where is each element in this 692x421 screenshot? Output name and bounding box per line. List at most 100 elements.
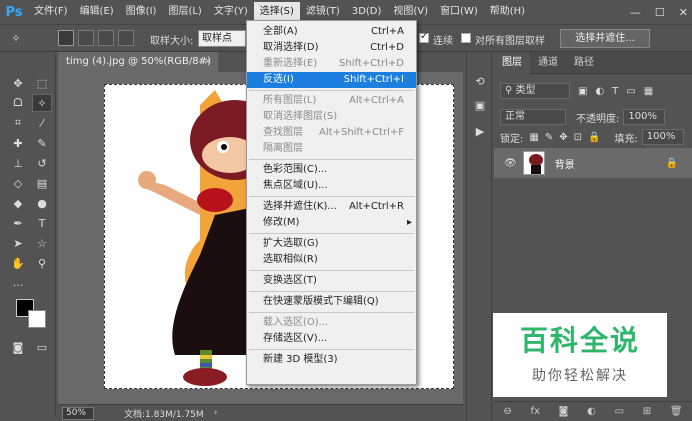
intersect-selection-button[interactable] bbox=[118, 30, 134, 46]
menu-item[interactable]: 3D(D) bbox=[346, 2, 388, 22]
menu-item[interactable]: 文件(F) bbox=[28, 2, 74, 22]
select-menu-item[interactable]: 取消选择(D) Ctrl+D bbox=[247, 40, 416, 56]
sample-all-layers-checkbox[interactable] bbox=[461, 33, 471, 43]
tab-paths[interactable]: 路径 bbox=[566, 52, 602, 74]
eye-icon[interactable]: 👁 bbox=[504, 158, 517, 169]
minimize-button[interactable]: — bbox=[630, 6, 641, 19]
healing-brush-icon[interactable]: ✚ bbox=[8, 134, 28, 152]
select-menu-item[interactable]: 选取相似(R) bbox=[247, 252, 416, 268]
menu-item[interactable]: 图像(I) bbox=[120, 2, 163, 22]
clone-stamp-icon[interactable]: ⊥ bbox=[8, 154, 28, 172]
menu-item[interactable]: 视图(V) bbox=[387, 2, 434, 22]
subtract-selection-button[interactable] bbox=[98, 30, 114, 46]
close-button[interactable]: ✕ bbox=[679, 6, 688, 19]
select-menu-item[interactable]: 全部(A) Ctrl+A bbox=[247, 24, 416, 40]
menu-item-label: 选择并遮住(K)... bbox=[263, 201, 337, 212]
dodge-tool-icon[interactable]: ● bbox=[32, 194, 52, 212]
filter-icons[interactable]: ▣◐T▭▦ bbox=[578, 86, 661, 97]
move-tool-icon[interactable]: ✥ bbox=[8, 74, 28, 92]
select-menu-item[interactable]: 焦点区域(U)... bbox=[247, 178, 416, 194]
contiguous-checkbox[interactable] bbox=[419, 31, 429, 43]
fill-label: 填充: bbox=[614, 133, 638, 145]
hand-tool-icon[interactable]: ✋ bbox=[8, 254, 28, 272]
select-menu-item: 重新选择(E) Shift+Ctrl+D bbox=[247, 56, 416, 72]
eyedropper-tool-icon[interactable]: ⁄ bbox=[32, 114, 52, 132]
status-menu-arrow[interactable]: › bbox=[214, 408, 218, 418]
background-color-swatch[interactable] bbox=[28, 310, 46, 328]
shape-tool-icon[interactable]: ☆ bbox=[32, 234, 52, 252]
new-layer-icon[interactable]: ⊞ bbox=[643, 406, 651, 417]
brush-tool-icon[interactable]: ✎ bbox=[32, 134, 52, 152]
magic-wand-tool-icon[interactable]: ✧ bbox=[32, 94, 52, 112]
type-tool-icon[interactable]: T bbox=[32, 214, 52, 232]
select-menu-item: 隔离图层 bbox=[247, 141, 416, 157]
pen-tool-icon[interactable]: ✒ bbox=[8, 214, 28, 232]
menu-item[interactable]: 选择(S) bbox=[253, 2, 300, 22]
properties-panel-icon[interactable]: ▣ bbox=[470, 96, 490, 114]
maximize-button[interactable]: ☐ bbox=[655, 6, 665, 19]
sample-size-select[interactable]: 取样点 bbox=[198, 30, 246, 47]
link-layers-icon[interactable]: ⊖ bbox=[503, 406, 511, 417]
screen-mode-icon[interactable]: ▭ bbox=[32, 338, 52, 356]
adjustment-layer-icon[interactable]: ◐ bbox=[587, 406, 596, 417]
menu-separator bbox=[249, 196, 414, 197]
menu-item[interactable]: 编辑(E) bbox=[74, 2, 120, 22]
eraser-tool-icon[interactable]: ◇ bbox=[8, 174, 28, 192]
history-panel-icon[interactable]: ⟲ bbox=[470, 72, 490, 90]
lock-icons[interactable]: ▦✎✥⊡🔒 bbox=[529, 132, 606, 143]
quick-mask-icon[interactable]: ◙ bbox=[8, 338, 28, 356]
menu-item-label: 隔离图层 bbox=[263, 143, 303, 154]
lasso-tool-icon[interactable]: ᗝ bbox=[8, 94, 28, 112]
actions-panel-icon[interactable]: ▶ bbox=[470, 122, 490, 140]
path-selection-icon[interactable]: ➤ bbox=[8, 234, 28, 252]
new-group-icon[interactable]: ▭ bbox=[615, 406, 624, 417]
select-menu-item[interactable]: 扩大选取(G) bbox=[247, 236, 416, 252]
more-tools-icon[interactable]: ··· bbox=[8, 276, 28, 294]
magic-wand-preset-icon[interactable]: ✧ bbox=[6, 29, 26, 47]
opacity-label: 不透明度: bbox=[576, 113, 620, 125]
blur-tool-icon[interactable]: ◆ bbox=[8, 194, 28, 212]
menu-item-label: 取消选择图层(S) bbox=[263, 111, 338, 122]
add-mask-icon[interactable]: ◙ bbox=[559, 406, 569, 417]
menu-item[interactable]: 窗口(W) bbox=[434, 2, 484, 22]
select-menu-item[interactable]: 反选(I) Shift+Ctrl+I bbox=[247, 72, 416, 88]
zoom-tool-icon[interactable]: ⚲ bbox=[32, 254, 52, 272]
new-selection-button[interactable] bbox=[58, 30, 74, 46]
select-menu-item[interactable]: 修改(M) ▸ bbox=[247, 215, 416, 231]
select-menu-item[interactable]: 存储选区(V)... bbox=[247, 331, 416, 347]
fill-field[interactable]: 100% bbox=[641, 129, 684, 145]
gradient-tool-icon[interactable]: ▤ bbox=[32, 174, 52, 192]
menu-item-label: 色彩范围(C)... bbox=[263, 164, 328, 175]
menu-item[interactable]: 滤镜(T) bbox=[300, 2, 346, 22]
filter-kind-select[interactable]: ⚲ 类型 bbox=[500, 83, 570, 99]
zoom-field[interactable]: 50% bbox=[62, 406, 94, 420]
select-menu-item[interactable]: 在快速蒙版模式下编辑(Q) bbox=[247, 294, 416, 310]
select-menu-item[interactable]: 选择并遮住(K)... Alt+Ctrl+R bbox=[247, 199, 416, 215]
blend-mode-select[interactable]: 正常 bbox=[500, 109, 566, 125]
select-menu-item[interactable]: 新建 3D 模型(3) bbox=[247, 352, 416, 368]
add-to-selection-button[interactable] bbox=[78, 30, 94, 46]
crop-tool-icon[interactable]: ⌗ bbox=[8, 114, 28, 132]
menu-item[interactable]: 帮助(H) bbox=[484, 2, 531, 22]
menu-item[interactable]: 图层(L) bbox=[162, 2, 207, 22]
select-menu-item[interactable]: 变换选区(T) bbox=[247, 273, 416, 289]
menu-separator bbox=[249, 90, 414, 91]
select-menu-item[interactable]: 色彩范围(C)... bbox=[247, 162, 416, 178]
history-brush-icon[interactable]: ↺ bbox=[32, 154, 52, 172]
fx-icon[interactable]: fx bbox=[530, 406, 539, 417]
document-tab[interactable]: timg (4).jpg @ 50%(RGB/8#) × bbox=[58, 52, 218, 72]
menu-item[interactable]: 文字(Y) bbox=[208, 2, 254, 22]
select-and-mask-button[interactable]: 选择并遮住... bbox=[560, 29, 650, 48]
watermark-subtitle: 助你轻松解决 bbox=[532, 368, 628, 384]
search-icon: ⚲ bbox=[505, 85, 516, 96]
marquee-tool-icon[interactable]: ⬚ bbox=[32, 74, 52, 92]
tab-layers[interactable]: 图层 bbox=[494, 52, 530, 74]
menu-separator bbox=[249, 312, 414, 313]
opacity-field[interactable]: 100% bbox=[623, 109, 666, 125]
tab-channels[interactable]: 通道 bbox=[530, 52, 566, 74]
delete-layer-icon[interactable]: 🗑 bbox=[670, 406, 683, 417]
select-menu-item: 查找图层 Alt+Shift+Ctrl+F bbox=[247, 125, 416, 141]
layer-row-background[interactable]: 👁 背景 🔒 bbox=[494, 148, 692, 178]
close-document-icon[interactable]: × bbox=[204, 52, 212, 72]
sample-size-label: 取样大小: bbox=[150, 36, 194, 47]
